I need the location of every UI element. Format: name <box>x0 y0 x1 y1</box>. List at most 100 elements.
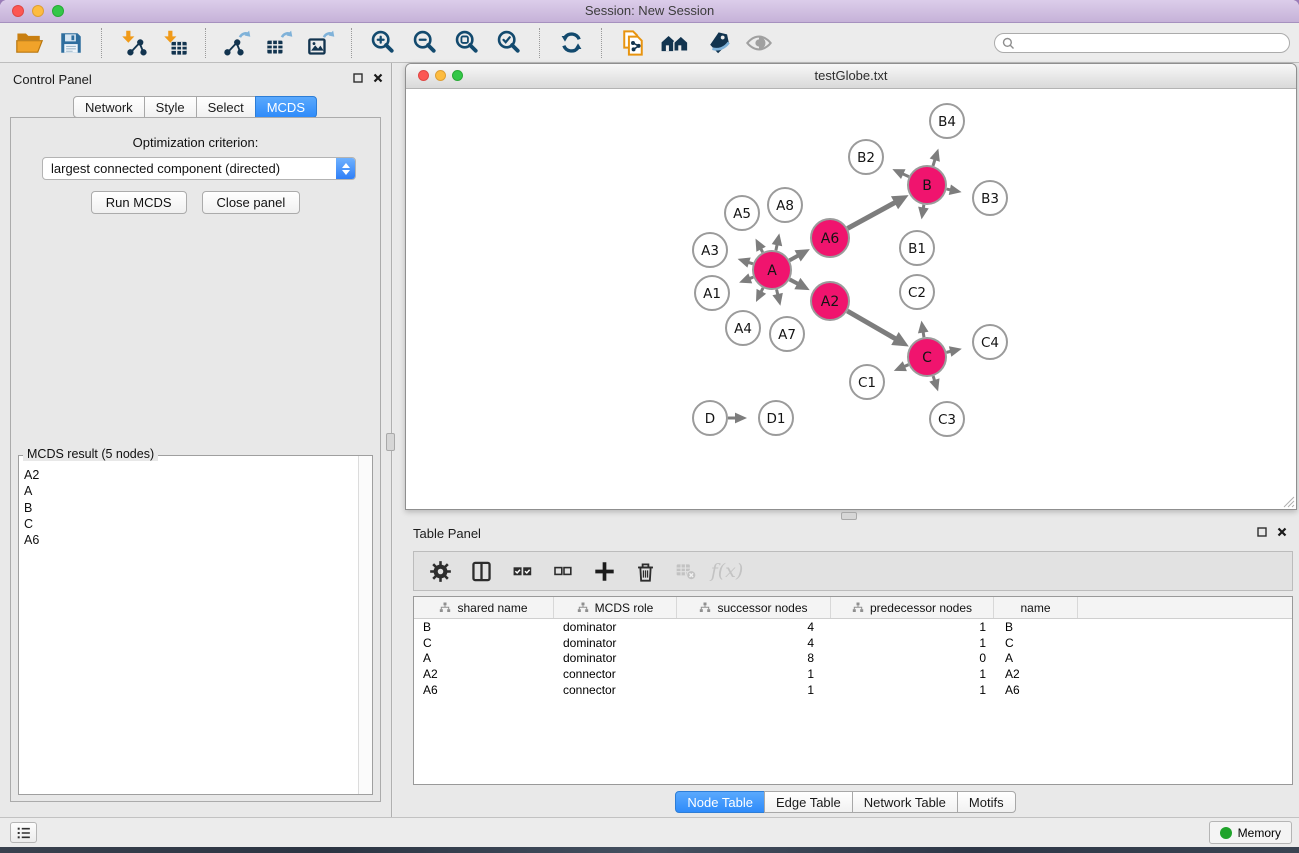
vertical-splitter-handle[interactable] <box>386 433 395 451</box>
node-A3[interactable]: A3 <box>693 233 727 267</box>
node-B3[interactable]: B3 <box>973 181 1007 215</box>
node-C2[interactable]: C2 <box>900 275 934 309</box>
network-canvas[interactable]: AA1A3A5A8A4A7A6A2BB1B2B3B4CC1C2C3C4DD1 <box>406 89 1296 510</box>
edge-A-A2[interactable] <box>790 278 810 290</box>
node-C3[interactable]: C3 <box>930 402 964 436</box>
table-cell[interactable]: 1 <box>677 683 831 697</box>
minimize-window-button[interactable] <box>32 5 44 17</box>
result-scrollbar[interactable] <box>358 456 372 794</box>
table-cell[interactable]: B <box>994 620 1078 634</box>
edge-A-A3[interactable] <box>738 257 753 267</box>
edge-C-C2[interactable] <box>918 321 929 338</box>
task-history-button[interactable] <box>10 822 37 843</box>
criterion-select[interactable]: largest connected component (directed) <box>42 157 356 180</box>
memory-button[interactable]: Memory <box>1209 821 1292 844</box>
result-item[interactable]: C <box>24 516 358 532</box>
node-A5[interactable]: A5 <box>725 196 759 230</box>
table-cell[interactable]: A6 <box>414 683 554 697</box>
result-item[interactable]: A2 <box>24 467 358 483</box>
float-panel-icon[interactable] <box>353 73 363 83</box>
zoom-fit-icon[interactable] <box>452 28 482 58</box>
tab-select[interactable]: Select <box>196 96 256 118</box>
node-A8[interactable]: A8 <box>768 188 802 222</box>
edge-C-C1[interactable] <box>894 361 909 371</box>
open-icon[interactable] <box>14 28 44 58</box>
node-A7[interactable]: A7 <box>770 317 804 351</box>
tab-mcds[interactable]: MCDS <box>255 96 317 118</box>
node-B1[interactable]: B1 <box>900 231 934 265</box>
close-panel-icon[interactable] <box>1277 527 1287 537</box>
export-image-icon[interactable] <box>306 28 336 58</box>
table-row[interactable]: A2connector11A2 <box>414 666 1292 682</box>
mcds-result-list[interactable]: A2ABCA6 <box>20 459 358 793</box>
show-columns-icon[interactable] <box>469 559 493 583</box>
import-network-icon[interactable] <box>118 28 148 58</box>
zoom-window-button[interactable] <box>52 5 64 17</box>
save-icon[interactable] <box>56 28 86 58</box>
table-cell[interactable]: 1 <box>831 667 994 681</box>
node-A6[interactable]: A6 <box>811 219 849 257</box>
node-C[interactable]: C <box>908 338 946 376</box>
table-cell[interactable]: 4 <box>677 636 831 650</box>
column-header-shared-name[interactable]: shared name <box>414 597 554 618</box>
table-cell[interactable]: dominator <box>554 636 677 650</box>
column-header-mcds-role[interactable]: MCDS role <box>554 597 677 618</box>
table-cell[interactable]: connector <box>554 683 677 697</box>
table-cell[interactable]: dominator <box>554 620 677 634</box>
edge-B-B3[interactable] <box>947 184 962 194</box>
import-table-icon[interactable] <box>160 28 190 58</box>
deselect-all-icon[interactable] <box>551 559 575 583</box>
float-panel-icon[interactable] <box>1257 527 1267 537</box>
edge-B-B1[interactable] <box>918 205 929 220</box>
resize-grip-icon[interactable] <box>1282 495 1295 508</box>
table-cell[interactable]: dominator <box>554 651 677 665</box>
node-A2[interactable]: A2 <box>811 282 849 320</box>
edge-B-B4[interactable] <box>930 149 940 166</box>
node-A1[interactable]: A1 <box>695 276 729 310</box>
zoom-selected-icon[interactable] <box>494 28 524 58</box>
close-panel-button[interactable]: Close panel <box>202 191 301 214</box>
table-row[interactable]: Adominator80A <box>414 650 1292 666</box>
node-B2[interactable]: B2 <box>849 140 883 174</box>
table-cell[interactable]: C <box>994 636 1078 650</box>
network-minimize-button[interactable] <box>435 70 446 81</box>
table-row[interactable]: Bdominator41B <box>414 619 1292 635</box>
tab-node-table[interactable]: Node Table <box>675 791 765 813</box>
edge-B-B2[interactable] <box>892 169 908 179</box>
search-field[interactable] <box>994 33 1290 53</box>
edge-A-A4[interactable] <box>756 288 766 302</box>
refresh-icon[interactable] <box>556 28 586 58</box>
tab-style[interactable]: Style <box>144 96 197 118</box>
delete-column-icon[interactable] <box>633 559 657 583</box>
column-header-predecessor-nodes[interactable]: predecessor nodes <box>831 597 994 618</box>
column-header-successor-nodes[interactable]: successor nodes <box>677 597 831 618</box>
edge-A-A6[interactable] <box>790 249 810 261</box>
table-cell[interactable]: A2 <box>414 667 554 681</box>
node-D[interactable]: D <box>693 401 727 435</box>
node-A[interactable]: A <box>753 251 791 289</box>
node-B[interactable]: B <box>908 166 946 204</box>
select-all-icon[interactable] <box>510 559 534 583</box>
table-cell[interactable]: A <box>994 651 1078 665</box>
edge-C-C3[interactable] <box>929 376 939 391</box>
new-column-icon[interactable] <box>592 559 616 583</box>
edge-A-A5[interactable] <box>756 239 766 253</box>
node-D1[interactable]: D1 <box>759 401 793 435</box>
result-item[interactable]: A6 <box>24 532 358 548</box>
eye-icon[interactable] <box>744 28 774 58</box>
table-mode-icon[interactable] <box>428 559 452 583</box>
table-cell[interactable]: A2 <box>994 667 1078 681</box>
table-cell[interactable]: 1 <box>831 620 994 634</box>
node-C4[interactable]: C4 <box>973 325 1007 359</box>
table-cell[interactable]: C <box>414 636 554 650</box>
close-panel-icon[interactable] <box>373 73 383 83</box>
edge-A-A7[interactable] <box>772 289 782 305</box>
table-cell[interactable]: 0 <box>831 651 994 665</box>
edge-A-A1[interactable] <box>739 273 753 283</box>
clone-network-icon[interactable] <box>618 28 648 58</box>
table-cell[interactable]: 4 <box>677 620 831 634</box>
run-mcds-button[interactable]: Run MCDS <box>91 191 187 214</box>
tab-network-table[interactable]: Network Table <box>852 791 958 813</box>
table-cell[interactable]: 1 <box>831 683 994 697</box>
table-cell[interactable]: 1 <box>831 636 994 650</box>
